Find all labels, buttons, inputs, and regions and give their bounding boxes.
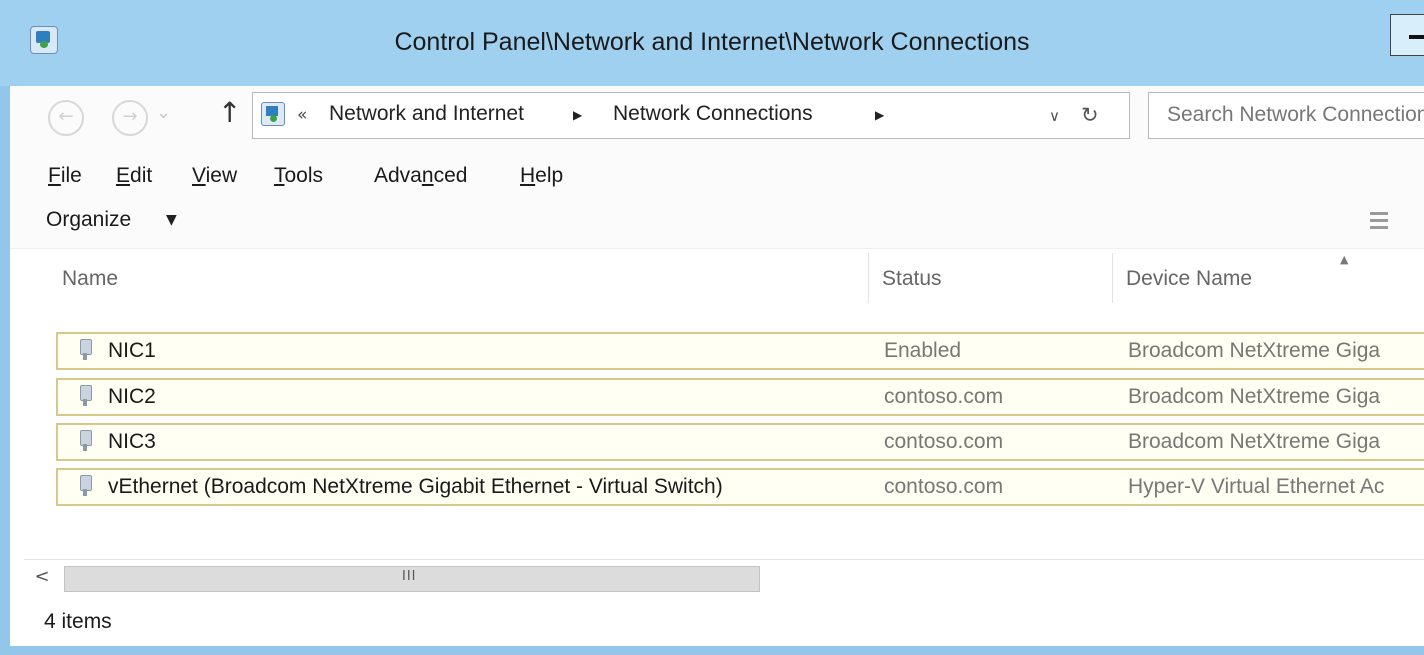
- connection-device-name: Hyper-V Virtual Ethernet Ac: [1128, 475, 1385, 498]
- column-header-row: Name Status Device Name ▲: [10, 249, 1424, 307]
- connection-name: NIC1: [108, 339, 156, 362]
- address-bar[interactable]: « Network and Internet ▶ Network Connect…: [252, 92, 1130, 139]
- connection-status: contoso.com: [884, 475, 1004, 498]
- scroll-left-icon[interactable]: <: [24, 560, 60, 596]
- change-view-icon[interactable]: [1370, 212, 1388, 230]
- column-divider[interactable]: [868, 253, 869, 303]
- breadcrumb-separator-icon[interactable]: ▶: [875, 108, 884, 122]
- recent-locations-chevron-icon[interactable]: ⌄: [156, 102, 171, 123]
- status-bar: 4 items: [10, 596, 1424, 646]
- breadcrumb-overflow-icon[interactable]: «: [297, 105, 307, 125]
- connection-name: NIC2: [108, 385, 156, 408]
- menu-tools[interactable]: Tools: [274, 164, 323, 188]
- network-connections-app-icon[interactable]: [30, 26, 58, 54]
- connection-device-name: Broadcom NetXtreme Giga: [1128, 430, 1381, 453]
- breadcrumb-network-connections[interactable]: Network Connections: [613, 102, 813, 126]
- sort-ascending-icon: ▲: [1340, 253, 1349, 266]
- horizontal-scrollbar[interactable]: < III: [24, 559, 1424, 597]
- network-adapter-icon: [78, 430, 92, 452]
- connection-row-vethernet[interactable]: vEthernet (Broadcom NetXtreme Gigabit Et…: [56, 468, 1424, 506]
- forward-arrow-icon[interactable]: →: [112, 100, 148, 136]
- item-count: 4 items: [44, 610, 112, 633]
- scrollbar-grip-icon: III: [402, 569, 417, 584]
- menu-bar: File Edit View Tools Advanced Help: [10, 154, 1424, 194]
- search-input[interactable]: [1149, 93, 1424, 136]
- connection-row-nic3[interactable]: NIC3 contoso.com Broadcom NetXtreme Giga: [56, 423, 1424, 461]
- navigation-bar: ← → ⌄ ↑ « Network and Internet ▶ Network…: [10, 86, 1424, 154]
- connection-device-name: Broadcom NetXtreme Giga: [1128, 339, 1381, 362]
- column-header-device-name[interactable]: Device Name: [1126, 267, 1252, 291]
- connection-row-nic1[interactable]: NIC1 Enabled Broadcom NetXtreme Giga: [56, 332, 1424, 370]
- title-bar[interactable]: Control Panel\Network and Internet\Netwo…: [0, 0, 1424, 86]
- menu-view[interactable]: View: [192, 164, 237, 188]
- back-arrow-icon[interactable]: ←: [48, 100, 84, 136]
- organize-dropdown-icon[interactable]: ▼: [166, 212, 177, 228]
- up-arrow-icon[interactable]: ↑: [218, 96, 241, 129]
- minimize-button[interactable]: [1390, 14, 1424, 56]
- menu-advanced[interactable]: Advanced: [374, 164, 467, 188]
- scrollbar-thumb[interactable]: III: [64, 566, 760, 592]
- window-frame: Control Panel\Network and Internet\Netwo…: [0, 0, 1424, 655]
- connection-status: Enabled: [884, 339, 962, 362]
- connection-name: NIC3: [108, 430, 156, 453]
- minimize-icon: [1409, 35, 1424, 39]
- network-adapter-icon: [78, 385, 92, 407]
- menu-edit[interactable]: Edit: [116, 164, 152, 188]
- connection-status: contoso.com: [884, 385, 1004, 408]
- column-header-name[interactable]: Name: [62, 267, 118, 291]
- menu-file[interactable]: File: [48, 164, 82, 188]
- breadcrumb-separator-icon[interactable]: ▶: [573, 108, 582, 122]
- organize-button[interactable]: Organize: [46, 208, 131, 232]
- explorer-client-area: ← → ⌄ ↑ « Network and Internet ▶ Network…: [10, 86, 1424, 646]
- connection-row-nic2[interactable]: NIC2 contoso.com Broadcom NetXtreme Giga: [56, 378, 1424, 416]
- connection-device-name: Broadcom NetXtreme Giga: [1128, 385, 1381, 408]
- network-adapter-icon: [78, 475, 92, 497]
- column-divider[interactable]: [1112, 253, 1113, 303]
- breadcrumb-network-and-internet[interactable]: Network and Internet: [329, 102, 524, 126]
- column-header-status[interactable]: Status: [882, 267, 942, 291]
- connection-name: vEthernet (Broadcom NetXtreme Gigabit Et…: [108, 475, 723, 498]
- network-adapter-icon: [78, 339, 92, 361]
- address-history-chevron-icon[interactable]: ∨: [1049, 107, 1060, 125]
- window-title: Control Panel\Network and Internet\Netwo…: [394, 28, 1030, 56]
- search-box[interactable]: [1148, 92, 1424, 139]
- command-bar: Organize ▼: [10, 194, 1424, 249]
- refresh-icon[interactable]: ↻: [1081, 103, 1099, 127]
- connection-status: contoso.com: [884, 430, 1004, 453]
- control-panel-location-icon: [261, 102, 285, 126]
- menu-help[interactable]: Help: [520, 164, 563, 188]
